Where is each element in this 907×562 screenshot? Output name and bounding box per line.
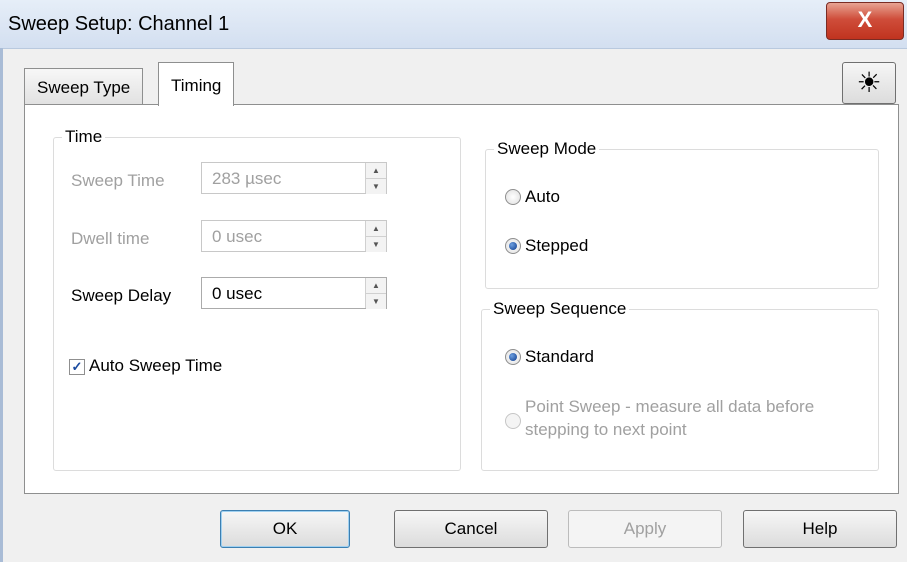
spin-up-icon[interactable]: ▲ — [366, 221, 386, 237]
sweep-sequence-legend: Sweep Sequence — [493, 299, 627, 318]
sweep-delay-label: Sweep Delay — [71, 286, 172, 305]
sun-icon: ☀ — [856, 67, 882, 98]
dwell-time-spinner[interactable]: ▲ ▼ — [365, 221, 386, 252]
spin-up-icon[interactable]: ▲ — [366, 278, 386, 294]
sweep-sequence-group: Sweep Sequence — [481, 299, 879, 471]
ok-button[interactable]: OK — [220, 510, 350, 548]
sweep-mode-group: Sweep Mode — [485, 139, 879, 289]
point-sweep-label-line2: stepping to next point — [525, 420, 687, 439]
sweep-time-value: 283 µsec — [212, 169, 282, 188]
window-frame — [0, 48, 3, 562]
sweep-sequence-standard-radio[interactable] — [505, 349, 521, 365]
sweep-mode-auto-radio[interactable] — [505, 189, 521, 205]
spin-down-icon[interactable]: ▼ — [366, 294, 386, 309]
tab-panel-timing: Time Sweep Time 283 µsec ▲ ▼ Dwell time … — [24, 104, 899, 494]
point-sweep-label-line1: Point Sweep - measure all data before — [525, 397, 815, 416]
close-button[interactable]: X — [826, 2, 904, 40]
tab-sweep-type-label: Sweep Type — [37, 78, 131, 97]
sweep-delay-value: 0 usec — [212, 284, 263, 303]
sweep-time-spinner[interactable]: ▲ ▼ — [365, 163, 386, 194]
tab-timing[interactable]: Timing — [158, 62, 235, 106]
time-group-legend: Time — [65, 127, 103, 146]
sweep-mode-stepped-label[interactable]: Stepped — [525, 236, 588, 256]
spin-down-icon[interactable]: ▼ — [366, 179, 386, 194]
tab-sweep-type[interactable]: Sweep Type — [24, 68, 144, 105]
spin-down-icon[interactable]: ▼ — [366, 237, 386, 252]
auto-sweep-time-label[interactable]: Auto Sweep Time — [89, 356, 222, 376]
close-icon: X — [857, 7, 873, 32]
tab-timing-label: Timing — [171, 76, 222, 95]
spin-up-icon[interactable]: ▲ — [366, 163, 386, 179]
sweep-mode-stepped-radio[interactable] — [505, 238, 521, 254]
dwell-time-label: Dwell time — [71, 229, 150, 248]
dwell-time-field[interactable]: 0 usec ▲ ▼ — [201, 220, 387, 252]
sweep-time-field[interactable]: 283 µsec ▲ ▼ — [201, 162, 387, 194]
sweep-delay-field[interactable]: 0 usec ▲ ▼ — [201, 277, 387, 309]
check-icon: ✓ — [71, 359, 83, 374]
sweep-time-label: Sweep Time — [71, 171, 165, 190]
title-bar: Sweep Setup: Channel 1 X — [0, 0, 907, 49]
window-title: Sweep Setup: Channel 1 — [8, 13, 230, 35]
sweep-mode-legend: Sweep Mode — [497, 139, 597, 158]
sweep-sequence-standard-label[interactable]: Standard — [525, 347, 594, 367]
help-button[interactable]: Help — [743, 510, 897, 548]
sweep-sequence-point-radio[interactable] — [505, 413, 521, 429]
cancel-button[interactable]: Cancel — [394, 510, 548, 548]
auto-sweep-time-checkbox[interactable]: ✓ — [69, 359, 85, 375]
apply-button[interactable]: Apply — [568, 510, 722, 548]
dwell-time-value: 0 usec — [212, 227, 263, 246]
display-settings-button[interactable]: ☀ — [842, 62, 896, 104]
sweep-mode-auto-label[interactable]: Auto — [525, 187, 560, 207]
sweep-delay-spinner[interactable]: ▲ ▼ — [365, 278, 386, 309]
